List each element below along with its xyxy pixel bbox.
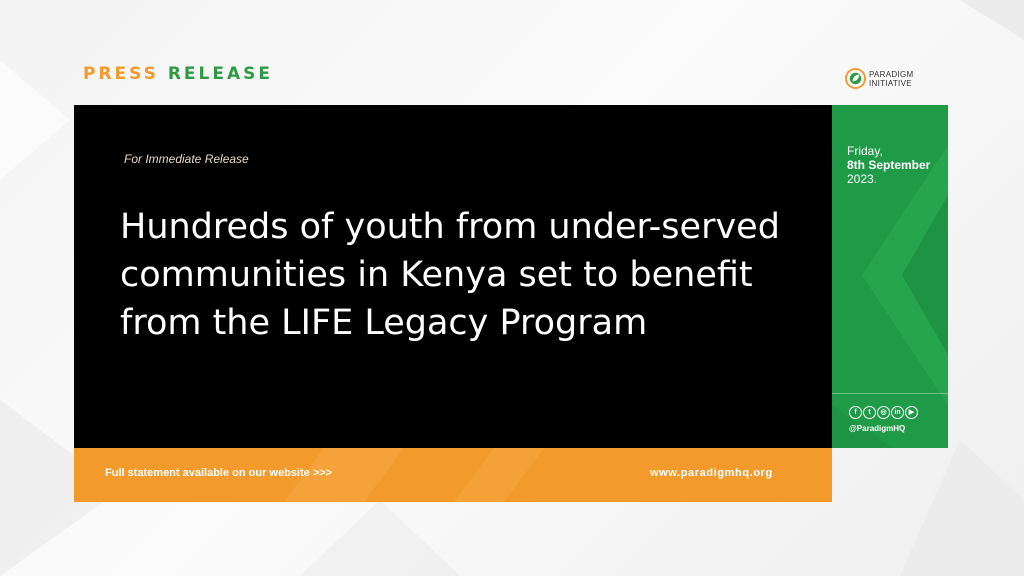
full-statement-link[interactable]: Full statement available on our website … bbox=[105, 467, 332, 479]
release-day: Friday, bbox=[847, 144, 883, 158]
title-word-press: PRESS bbox=[83, 64, 159, 84]
headline-panel: For Immediate Release Hundreds of youth … bbox=[74, 105, 832, 448]
logo-leaf-icon bbox=[845, 68, 866, 89]
date-sidebar: Friday, 8th September 2023. f t ◎ in ▶ @… bbox=[832, 105, 948, 448]
press-release-title: PRESS RELEASE bbox=[83, 64, 273, 84]
paradigm-initiative-logo[interactable]: Paradigm Initiative bbox=[845, 68, 913, 89]
title-word-release: RELEASE bbox=[167, 64, 273, 84]
immediate-release-tagline: For Immediate Release bbox=[124, 152, 249, 166]
linkedin-icon[interactable]: in bbox=[891, 406, 904, 419]
release-year: 2023. bbox=[847, 172, 878, 186]
release-date: Friday, 8th September 2023. bbox=[847, 144, 930, 186]
social-handle[interactable]: @ParadigmHQ bbox=[849, 424, 905, 433]
sidebar-divider bbox=[832, 393, 948, 394]
instagram-icon[interactable]: ◎ bbox=[877, 406, 890, 419]
twitter-icon[interactable]: t bbox=[863, 406, 876, 419]
logo-text: Paradigm Initiative bbox=[869, 70, 913, 88]
logo-line-1: Paradigm bbox=[869, 69, 914, 79]
headline: Hundreds of youth from under-served comm… bbox=[120, 207, 780, 343]
release-date-value: 8th September bbox=[847, 158, 931, 172]
facebook-icon[interactable]: f bbox=[849, 406, 862, 419]
footer-bar: Full statement available on our website … bbox=[74, 448, 832, 502]
social-icons: f t ◎ in ▶ bbox=[849, 406, 918, 419]
youtube-icon[interactable]: ▶ bbox=[905, 406, 918, 419]
logo-line-2: Initiative bbox=[869, 78, 912, 88]
website-link[interactable]: www.paradigmhq.org bbox=[650, 467, 773, 479]
